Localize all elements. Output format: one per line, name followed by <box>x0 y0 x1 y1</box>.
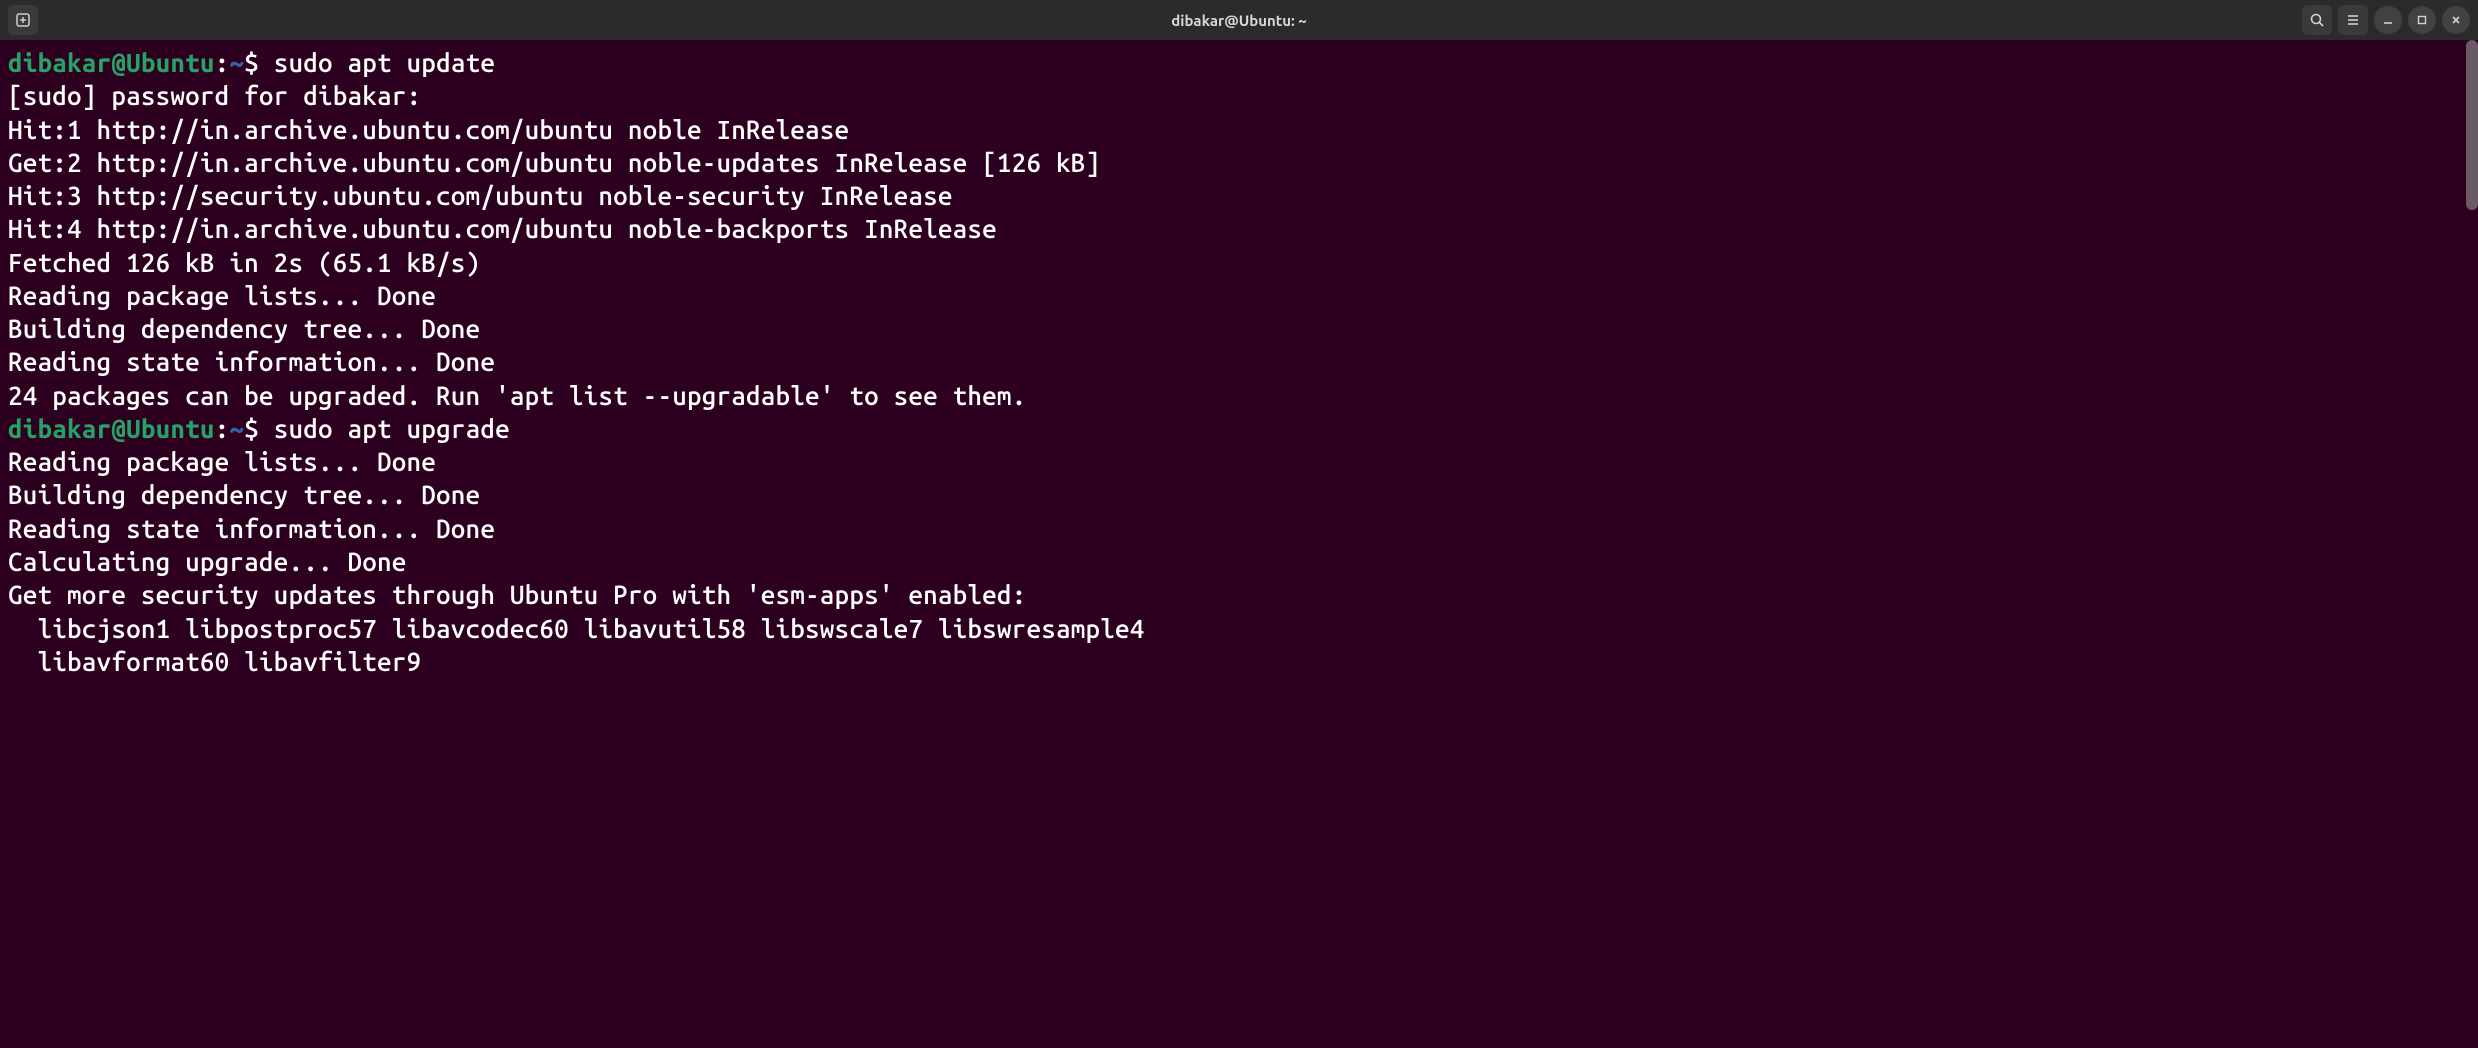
minimize-button[interactable] <box>2374 6 2402 34</box>
output-line: Reading state information... Done <box>8 345 2470 378</box>
output-text: Hit:1 http://in.archive.ubuntu.com/ubunt… <box>8 115 849 144</box>
output-line: Hit:3 http://security.ubuntu.com/ubuntu … <box>8 179 2470 212</box>
output-text: Hit:4 http://in.archive.ubuntu.com/ubunt… <box>8 214 997 243</box>
maximize-button[interactable] <box>2408 6 2436 34</box>
output-text: Building dependency tree... Done <box>8 314 480 343</box>
output-text: libcjson1 libpostproc57 libavcodec60 lib… <box>8 614 1145 643</box>
output-text: Reading package lists... Done <box>8 447 436 476</box>
prompt-dollar: $ <box>244 48 274 77</box>
output-line: Reading package lists... Done <box>8 279 2470 312</box>
command-text: sudo apt update <box>274 48 495 77</box>
output-line: Hit:1 http://in.archive.ubuntu.com/ubunt… <box>8 113 2470 146</box>
output-line: libcjson1 libpostproc57 libavcodec60 lib… <box>8 612 2470 645</box>
output-text: 24 packages can be upgraded. Run 'apt li… <box>8 381 1026 410</box>
window-title: dibakar@Ubuntu: ~ <box>1171 12 1306 29</box>
output-text: Hit:3 http://security.ubuntu.com/ubuntu … <box>8 181 953 210</box>
prompt-line: dibakar@Ubuntu:~$ sudo apt upgrade <box>8 412 2470 445</box>
output-text: [sudo] password for dibakar: <box>8 81 436 110</box>
new-tab-button[interactable] <box>8 5 38 35</box>
output-line: Hit:4 http://in.archive.ubuntu.com/ubunt… <box>8 212 2470 245</box>
terminal-content: dibakar@Ubuntu:~$ sudo apt update[sudo] … <box>8 46 2470 678</box>
prompt-colon: : <box>215 48 230 77</box>
output-line: 24 packages can be upgraded. Run 'apt li… <box>8 379 2470 412</box>
output-line: Calculating upgrade... Done <box>8 545 2470 578</box>
hamburger-menu-button[interactable] <box>2338 5 2368 35</box>
output-text: libavformat60 libavfilter9 <box>8 647 421 676</box>
prompt-path: ~ <box>229 414 244 443</box>
output-line: Get:2 http://in.archive.ubuntu.com/ubunt… <box>8 146 2470 179</box>
output-line: Get more security updates through Ubuntu… <box>8 578 2470 611</box>
output-text: Reading state information... Done <box>8 514 495 543</box>
output-text: Reading state information... Done <box>8 347 495 376</box>
output-line: Building dependency tree... Done <box>8 312 2470 345</box>
output-line: Reading package lists... Done <box>8 445 2470 478</box>
prompt-user-host: dibakar@Ubuntu <box>8 414 215 443</box>
prompt-line: dibakar@Ubuntu:~$ sudo apt update <box>8 46 2470 79</box>
output-line: Fetched 126 kB in 2s (65.1 kB/s) <box>8 246 2470 279</box>
close-button[interactable] <box>2442 6 2470 34</box>
output-text: Get:2 http://in.archive.ubuntu.com/ubunt… <box>8 148 1100 177</box>
prompt-user-host: dibakar@Ubuntu <box>8 48 215 77</box>
output-text: Get more security updates through Ubuntu… <box>8 580 1026 609</box>
titlebar-right-controls <box>2302 5 2470 35</box>
output-text: Calculating upgrade... Done <box>8 547 407 576</box>
prompt-dollar: $ <box>244 414 274 443</box>
output-line: libavformat60 libavfilter9 <box>8 645 2470 678</box>
output-text: Reading package lists... Done <box>8 281 436 310</box>
command-text: sudo apt upgrade <box>274 414 510 443</box>
output-text: Building dependency tree... Done <box>8 480 480 509</box>
prompt-colon: : <box>215 414 230 443</box>
scrollbar-thumb[interactable] <box>2466 40 2478 210</box>
output-text: Fetched 126 kB in 2s (65.1 kB/s) <box>8 248 480 277</box>
titlebar-left-controls <box>8 5 38 35</box>
prompt-path: ~ <box>229 48 244 77</box>
output-line: Building dependency tree... Done <box>8 478 2470 511</box>
output-line: [sudo] password for dibakar: <box>8 79 2470 112</box>
output-line: Reading state information... Done <box>8 512 2470 545</box>
window-titlebar: dibakar@Ubuntu: ~ <box>0 0 2478 40</box>
terminal-viewport[interactable]: dibakar@Ubuntu:~$ sudo apt update[sudo] … <box>0 40 2478 1048</box>
search-button[interactable] <box>2302 5 2332 35</box>
